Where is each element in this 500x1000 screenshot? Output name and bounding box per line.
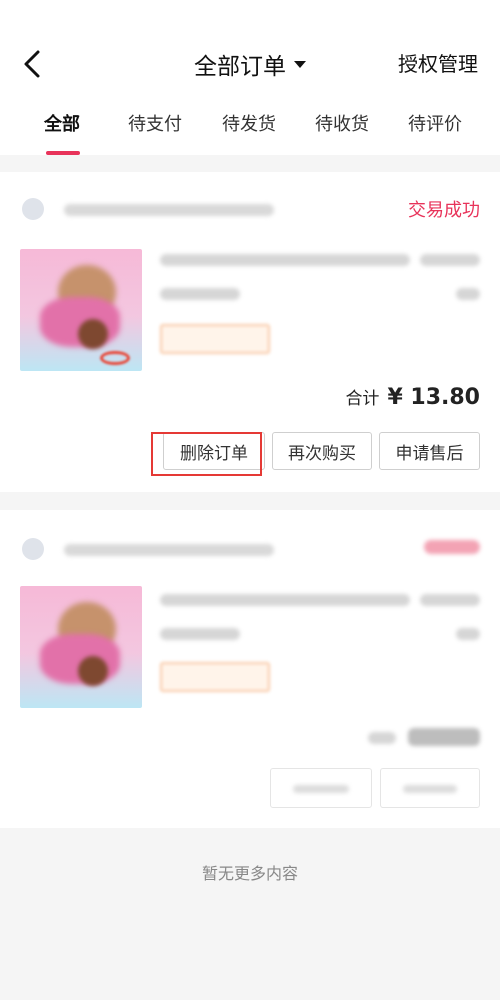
product-spec-blurred xyxy=(160,628,240,640)
product-title-blurred xyxy=(160,254,410,266)
product-price-blurred xyxy=(420,254,480,266)
product-price-blurred xyxy=(420,594,480,606)
product-tag-blurred xyxy=(160,662,270,692)
product-image[interactable] xyxy=(20,586,142,708)
tab-pending-receipt[interactable]: 待收货 xyxy=(315,110,369,136)
shop-avatar xyxy=(22,198,44,220)
order-card[interactable] xyxy=(0,510,500,828)
total-amount-blurred xyxy=(408,728,480,746)
shop-row[interactable] xyxy=(22,534,482,564)
order-tabs: 全部 待支付 待发货 待收货 待评价 xyxy=(0,110,500,150)
after-sales-button[interactable]: 申请售后 xyxy=(379,432,480,470)
action-button-blurred[interactable] xyxy=(270,768,372,808)
shop-avatar xyxy=(22,538,44,560)
action-button-blurred[interactable] xyxy=(380,768,480,808)
tab-pending-shipment[interactable]: 待发货 xyxy=(222,110,276,136)
buy-again-button[interactable]: 再次购买 xyxy=(272,432,372,470)
header: 全部订单 授权管理 全部 待支付 待发货 待收货 待评价 xyxy=(0,0,500,155)
no-more-content-text: 暂无更多内容 xyxy=(201,864,298,883)
product-qty-blurred xyxy=(456,288,480,300)
product-image[interactable] xyxy=(20,249,142,371)
highlight-box xyxy=(151,432,262,476)
order-status-blurred xyxy=(424,540,480,554)
caret-down-icon xyxy=(294,60,306,68)
shop-name-blurred xyxy=(64,544,274,556)
authorization-management-link[interactable]: 授权管理 xyxy=(398,48,478,77)
shop-name-blurred xyxy=(64,204,274,216)
total-label: 合计 xyxy=(345,389,380,409)
tab-pending-payment[interactable]: 待支付 xyxy=(128,110,182,136)
order-total: 合计 ¥ 13.80 xyxy=(345,384,480,410)
total-label-blurred xyxy=(368,732,396,744)
order-card[interactable]: 交易成功 合计 ¥ 13.80 删除订单 再次购买 申请售后 xyxy=(0,172,500,492)
product-qty-blurred xyxy=(456,628,480,640)
total-amount: ¥ 13.80 xyxy=(387,385,480,410)
product-tag-blurred xyxy=(160,324,270,354)
product-spec-blurred xyxy=(160,288,240,300)
page-title: 全部订单 xyxy=(194,54,286,80)
active-tab-indicator xyxy=(46,151,80,155)
tab-all[interactable]: 全部 xyxy=(44,110,80,136)
product-title-blurred xyxy=(160,594,410,606)
order-status: 交易成功 xyxy=(408,200,480,221)
tab-pending-review[interactable]: 待评价 xyxy=(408,110,462,136)
